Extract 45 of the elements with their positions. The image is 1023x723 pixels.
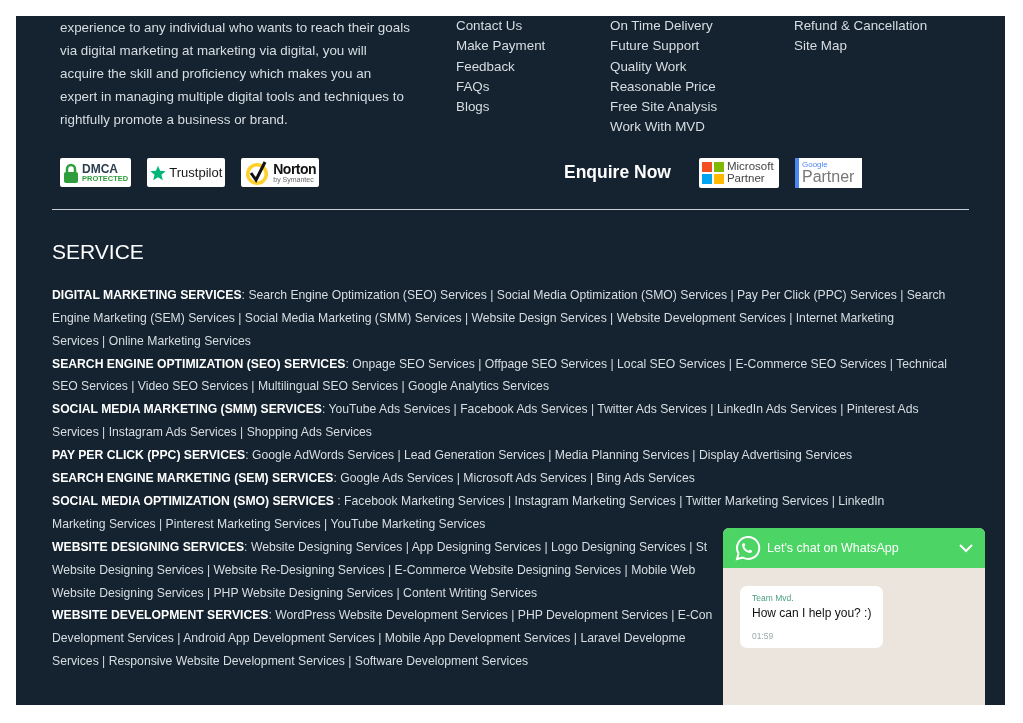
footer-link[interactable]: Future Support [610, 36, 794, 57]
about-text: experience to any individual who wants to reach their goals via digital marketing at marketing via digital, you will acquire the skill and proficiency which makes you an expert in managing multiple digital tools and techniques to rightfully promote a business or brand. [60, 19, 410, 129]
chat-message: How can I help you? :) [752, 605, 872, 621]
service-line: Website Designing Services | Website Re-Designing Services | E-Commerce Website Designing Services | Mobile Web [52, 561, 696, 579]
footer-link[interactable]: Make Payment [456, 36, 610, 57]
footer-link[interactable]: Reasonable Price [610, 76, 794, 98]
message-time: 01:59 [752, 631, 775, 641]
service-line: Website Designing Services | PHP Website Designing Services | Content Writing Services [52, 584, 537, 602]
service-line: SEO Services | Video SEO Services | Multilingual SEO Services | Google Analytics Services [52, 378, 549, 396]
footer-link[interactable]: On Time Delivery [610, 16, 794, 37]
partner-badge[interactable]: Google Partner [794, 157, 862, 188]
service-line: Engine Marketing (SEM) Services | Social Media Marketing (SMM) Services | Website Design Services | Website Development Services | Internet Marketing [52, 309, 894, 327]
trust-badge[interactable]: Trustpilot [147, 158, 226, 188]
enquire-link[interactable]: Enquire Now [564, 162, 671, 184]
service-line: Development Services | Android App Development Services | Mobile App Development Services | Laravel Developme [52, 630, 686, 648]
chevron-down-icon[interactable] [959, 543, 973, 553]
service-line: WEBSITE DEVELOPMENT SERVICES: WordPress Website Development Services | PHP Development Services | E-Con [52, 607, 713, 625]
service-line: SEARCH ENGINE OPTIMIZATION (SEO) SERVICES: Onpage SEO Services | Offpage SEO Services | Local SEO Services | E-Commerce SEO Services | Technical [52, 355, 947, 373]
checkmark-icon [244, 159, 271, 186]
windows-logo-icon [701, 161, 724, 184]
footer-link[interactable]: Site Map [794, 36, 1005, 57]
padlock-icon [63, 162, 79, 183]
footer-link[interactable]: Blogs [456, 97, 610, 118]
service-line: PAY PER CLICK (PPC) SERVICES: Google AdWords Services | Lead Generation Services | Media Planning Services | Display Advertising Services [52, 447, 852, 465]
footer-link[interactable]: Contact Us [456, 16, 610, 37]
service-line: Services | Online Marketing Services [52, 332, 251, 350]
service-line: WEBSITE DESIGNING SERVICES: Website Designing Services | App Designing Services | Logo Designing Services | St [52, 538, 708, 556]
service-line: Marketing Services | Pinterest Marketing Services | YouTube Marketing Services [52, 515, 486, 533]
service-line: SEARCH ENGINE MARKETING (SEM) SERVICES: Google Ads Services | Microsoft Ads Services | Bing Ads Services [52, 470, 695, 488]
footer-link[interactable]: Refund & Cancellation [794, 16, 1005, 37]
footer-link[interactable]: Free Site Analysis [610, 97, 794, 118]
footer-link[interactable]: Feedback [456, 56, 610, 77]
footer-link[interactable]: Work With MVD [610, 117, 794, 138]
service-line: Services | Instagram Ads Services | Shopping Ads Services [52, 424, 372, 442]
sender-name: Team Mvd. [752, 593, 795, 603]
service-line: SOCIAL MEDIA MARKETING (SMM) SERVICES: YouTube Ads Services | Facebook Ads Services | Twitter Ads Services | LinkedIn Ads Services | Pinterest Ads [52, 401, 919, 419]
footer-link[interactable]: Quality Work [610, 56, 794, 77]
star-icon [150, 164, 167, 181]
service-line: DIGITAL MARKETING SERVICES: Search Engine Optimization (SEO) Services | Social Media Optimization (SMO) Services | Pay Per Click (PPC) Services | Search [52, 286, 946, 304]
whatsapp-icon [735, 535, 761, 561]
footer-link[interactable]: FAQs [456, 76, 610, 98]
service-line: SOCIAL MEDIA OPTIMIZATION (SMO) SERVICES : Facebook Marketing Services | Instagram Marketing Services | Twitter Marketing Services | LinkedIn [52, 492, 885, 510]
service-line: Services | Responsive Website Development Services | Software Development Services [52, 653, 529, 671]
partner-badge[interactable]: Microsoft Partner [698, 157, 779, 188]
section-title: SERVICE [52, 239, 145, 264]
